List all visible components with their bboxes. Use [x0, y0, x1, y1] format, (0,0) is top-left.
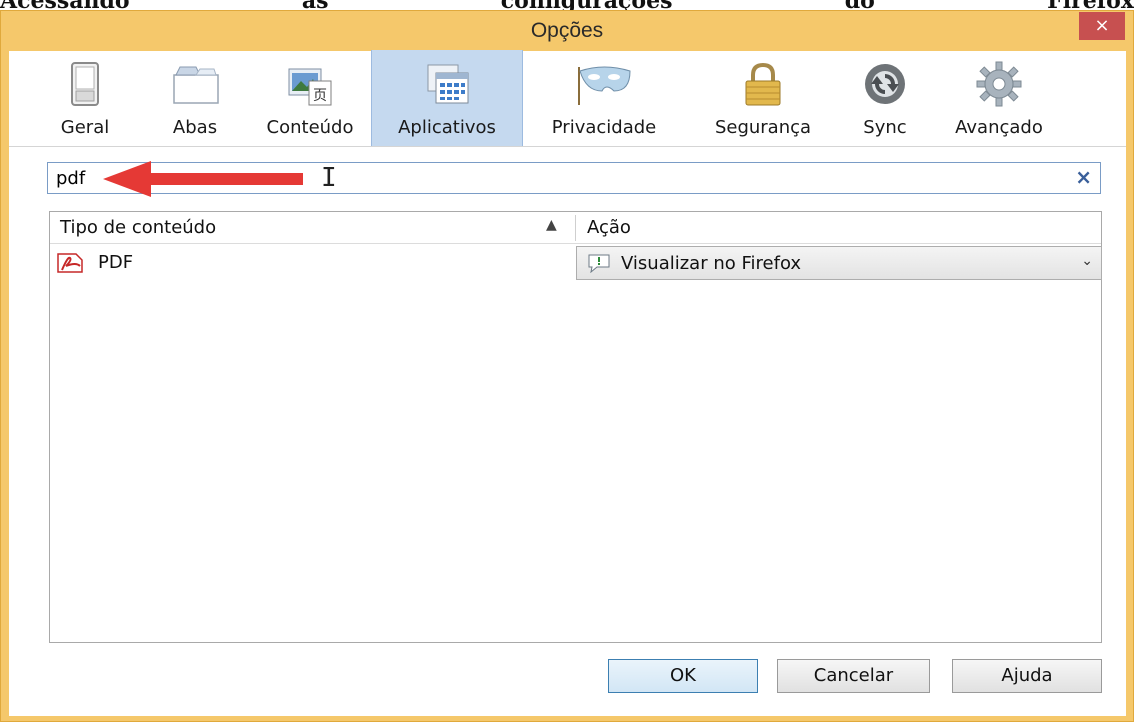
tab-sync[interactable]: Sync	[845, 50, 925, 146]
chevron-down-icon: ⌄	[1081, 253, 1093, 269]
sync-icon	[865, 64, 905, 104]
tab-label: Segurança	[714, 117, 812, 138]
cancel-button[interactable]: Cancelar	[777, 659, 930, 693]
dialog-body: Geral Abas 页 Conteúdo Aplicativos Privac…	[9, 50, 1126, 716]
switch-icon	[71, 62, 99, 106]
preview-icon	[588, 254, 610, 273]
help-button[interactable]: Ajuda	[952, 659, 1102, 693]
tab-privacidade[interactable]: Privacidade	[527, 50, 681, 146]
sort-ascending-icon: ▲	[546, 217, 557, 233]
action-dropdown[interactable]: Visualizar no Firefox ⌄	[576, 246, 1102, 280]
window-title: Opções	[530, 19, 604, 42]
tab-conteudo[interactable]: 页 Conteúdo	[257, 50, 363, 146]
gear-icon	[976, 61, 1022, 107]
tab-label: Sync	[863, 117, 907, 138]
close-button[interactable]: ×	[1079, 12, 1125, 40]
clear-search-icon[interactable]: ×	[1075, 165, 1092, 189]
tab-seguranca[interactable]: Segurança	[695, 50, 831, 146]
close-icon: ×	[1094, 15, 1110, 36]
tab-label: Avançado	[955, 117, 1043, 138]
ok-button[interactable]: OK	[608, 659, 758, 693]
options-window: Opções × Geral Abas 页 Conteúdo Aplicativ…	[0, 10, 1134, 722]
title-bar[interactable]: Opções ×	[1, 11, 1133, 51]
content-type-name: PDF	[98, 252, 134, 273]
column-header-action[interactable]: Ação	[587, 217, 631, 238]
text-cursor-icon: I	[321, 163, 337, 193]
mask-icon	[578, 66, 631, 105]
column-header-type[interactable]: Tipo de conteúdo	[60, 217, 216, 238]
tab-label: Abas	[172, 117, 218, 138]
list-header: Tipo de conteúdo ▲ Ação	[50, 212, 1101, 244]
preferences-toolbar: Geral Abas 页 Conteúdo Aplicativos Privac…	[9, 50, 1126, 147]
pdf-icon	[57, 253, 83, 273]
list-item[interactable]: PDF Visualizar no Firefox ⌄	[50, 245, 1102, 281]
applications-icon	[427, 64, 469, 104]
padlock-icon	[745, 62, 781, 106]
tab-label: Aplicativos	[398, 117, 496, 138]
red-arrow-icon	[103, 161, 303, 197]
tab-label: Geral	[60, 117, 110, 138]
content-type-list: Tipo de conteúdo ▲ Ação PDF Visualizar n…	[49, 211, 1102, 643]
column-separator	[575, 215, 576, 241]
tab-aplicativos[interactable]: Aplicativos	[371, 50, 523, 146]
tab-geral[interactable]: Geral	[37, 50, 133, 146]
tabs-icon	[173, 66, 219, 104]
tab-abas[interactable]: Abas	[147, 50, 243, 146]
action-label: Visualizar no Firefox	[621, 253, 802, 274]
tab-avancado[interactable]: Avançado	[939, 50, 1059, 146]
tab-label: Privacidade	[551, 117, 657, 138]
content-icon: 页	[288, 68, 332, 106]
tab-label: Conteúdo	[266, 117, 354, 138]
svg-text:页: 页	[313, 88, 327, 104]
